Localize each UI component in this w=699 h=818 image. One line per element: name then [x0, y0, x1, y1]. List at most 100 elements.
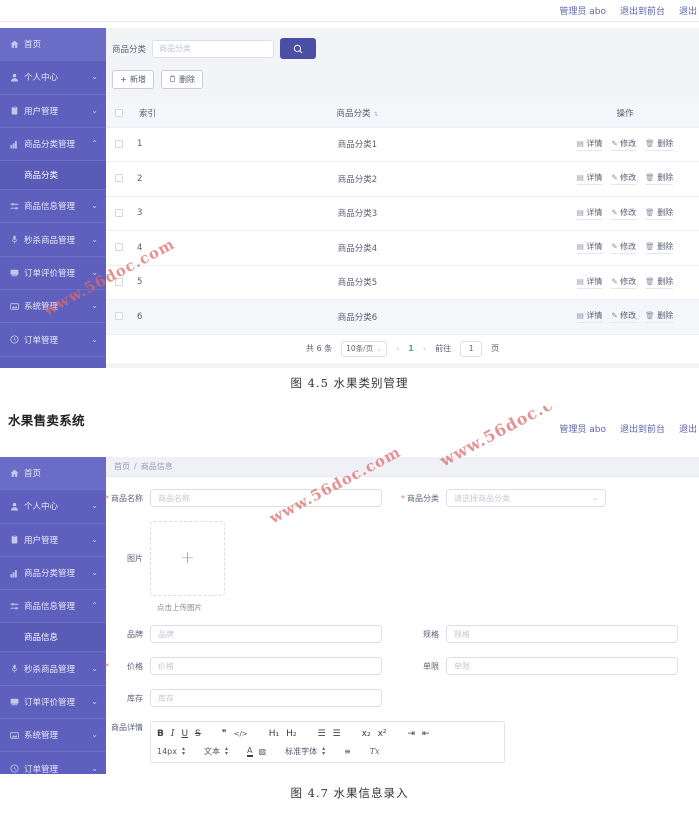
table-row[interactable]: 1 商品分类1 ▤ 详情 ✎ 修改 🗑 删除 — [106, 127, 699, 162]
sidebar-subitem-category[interactable]: 商品分类 — [0, 161, 106, 191]
select-all-checkbox[interactable] — [114, 108, 123, 117]
row-checkbox[interactable] — [114, 243, 123, 252]
sidebar-item-review-management[interactable]: 订单评价管理 ⌄ — [0, 686, 106, 720]
indent-decrease-icon[interactable]: ⇤ — [422, 729, 430, 739]
table-row[interactable]: 4 商品分类4 ▤ 详情 ✎ 修改 🗑 删除 — [106, 230, 699, 266]
sidebar-item-goods-management[interactable]: 商品信息管理 ⌃ — [0, 590, 106, 624]
ordered-list-icon[interactable]: ☰ — [317, 729, 325, 739]
topbar-logout-2[interactable]: 退出 — [679, 422, 697, 435]
row-checkbox[interactable] — [114, 208, 123, 217]
detail-link[interactable]: ▤ 详情 — [576, 241, 603, 255]
detail-link[interactable]: ▤ 详情 — [576, 172, 603, 186]
price-input[interactable]: 价格 — [150, 657, 382, 675]
row-checkbox[interactable] — [114, 139, 123, 148]
blockquote-icon[interactable]: ❞ — [222, 729, 227, 739]
topbar-admin-1[interactable]: 管理员 abo — [559, 4, 606, 17]
add-button[interactable]: + 新增 — [112, 70, 154, 89]
row-checkbox-cell[interactable] — [106, 127, 131, 162]
sidebar-item-home[interactable]: 首页 — [0, 457, 106, 491]
italic-icon[interactable]: I — [171, 729, 175, 739]
edit-link[interactable]: ✎ 修改 — [611, 207, 637, 220]
superscript-icon[interactable]: x² — [378, 729, 387, 739]
table-header-checkbox[interactable] — [106, 100, 131, 128]
text-style-select[interactable]: 文本 ▴ ▾ — [204, 745, 228, 757]
sidebar-item-system-management[interactable]: 系统管理 ⌄ — [0, 719, 106, 753]
sidebar-item-order-management[interactable]: 订单管理 ⌄ — [0, 323, 106, 357]
topbar-exit-front-2[interactable]: 退出到前台 — [620, 422, 665, 435]
brand-input[interactable]: 品牌 — [150, 625, 382, 643]
sidebar-item-user-management[interactable]: 用户管理 ⌄ — [0, 524, 106, 557]
topbar-exit-front-1[interactable]: 退出到前台 — [620, 4, 665, 17]
topbar-logout-1[interactable]: 退出 — [679, 4, 697, 17]
row-checkbox-cell[interactable] — [106, 196, 131, 231]
sidebar-item-user-management[interactable]: 用户管理 ⌄ — [0, 95, 106, 128]
breadcrumb-home[interactable]: 首页 — [114, 461, 130, 472]
table-row[interactable]: 2 商品分类2 ▤ 详情 ✎ 修改 🗑 删除 — [106, 161, 699, 197]
sidebar-item-personal[interactable]: 个人中心 ⌄ — [0, 61, 106, 95]
underline-icon[interactable]: U — [181, 729, 188, 739]
limit-input[interactable]: 单限 — [446, 657, 678, 675]
strikethrough-icon[interactable]: S — [195, 729, 201, 739]
detail-link[interactable]: ▤ 详情 — [576, 276, 603, 289]
delete-link[interactable]: 🗑 删除 — [645, 241, 674, 255]
table-row[interactable]: 5 商品分类5 ▤ 详情 ✎ 修改 🗑 删除 — [106, 265, 699, 300]
goto-page-input[interactable]: 1 — [460, 340, 483, 357]
sidebar-item-goods-management[interactable]: 商品信息管理 ⌄ — [0, 190, 106, 224]
image-upload-area[interactable]: + — [150, 521, 225, 596]
row-checkbox-cell[interactable] — [106, 265, 131, 300]
page-size-select[interactable]: 10条/页 ⌄ — [341, 340, 388, 357]
next-page-button[interactable]: › — [423, 344, 426, 353]
sidebar-item-personal[interactable]: 个人中心 ⌄ — [0, 490, 106, 524]
sort-icon[interactable]: ⇅ — [373, 112, 378, 118]
sidebar-item-home[interactable]: 首页 — [0, 28, 106, 62]
delete-link[interactable]: 🗑 删除 — [645, 276, 674, 289]
heading-1-icon[interactable]: H₁ — [269, 729, 279, 739]
clear-format-icon[interactable]: Tx — [370, 747, 380, 756]
sidebar-item-review-management[interactable]: 订单评价管理 ⌄ — [0, 257, 106, 291]
sidebar-item-seckill-management[interactable]: 秒杀商品管理 ⌄ — [0, 223, 106, 257]
search-input[interactable]: 商品分类 — [152, 39, 275, 58]
goods-name-input[interactable]: 商品名称 — [150, 489, 382, 507]
delete-link[interactable]: 🗑 删除 — [645, 207, 674, 220]
unordered-list-icon[interactable]: ☰ — [333, 729, 341, 739]
highlight-color-icon[interactable]: ▨ — [259, 747, 267, 756]
edit-link[interactable]: ✎ 修改 — [611, 138, 637, 151]
detail-link[interactable]: ▤ 详情 — [576, 207, 603, 220]
edit-link[interactable]: ✎ 修改 — [611, 172, 637, 186]
edit-link[interactable]: ✎ 修改 — [611, 276, 637, 289]
prev-page-button[interactable]: ‹ — [396, 344, 399, 353]
row-checkbox[interactable] — [114, 277, 123, 286]
edit-link[interactable]: ✎ 修改 — [611, 310, 637, 324]
sidebar-item-seckill-management[interactable]: 秒杀商品管理 ⌄ — [0, 652, 106, 686]
detail-link[interactable]: ▤ 详情 — [576, 310, 603, 324]
font-family-select[interactable]: 标准字体 ▴ ▾ — [285, 745, 325, 757]
delete-link[interactable]: 🗑 删除 — [645, 310, 674, 324]
row-checkbox-cell[interactable] — [106, 230, 131, 266]
heading-2-icon[interactable]: H₂ — [286, 729, 296, 739]
table-row[interactable]: 3 商品分类3 ▤ 详情 ✎ 修改 🗑 删除 — [106, 196, 699, 231]
row-checkbox[interactable] — [114, 312, 123, 321]
delete-link[interactable]: 🗑 删除 — [645, 172, 674, 186]
row-checkbox-cell[interactable] — [106, 161, 131, 197]
goods-category-select[interactable]: 请选择商品分类 ⌄ — [446, 489, 606, 507]
font-color-icon[interactable]: A — [247, 746, 253, 757]
subscript-icon[interactable]: x₂ — [362, 729, 371, 739]
edit-link[interactable]: ✎ 修改 — [611, 241, 637, 255]
font-size-select[interactable]: 14px ▴ ▾ — [157, 745, 185, 756]
indent-increase-icon[interactable]: ⇥ — [408, 729, 416, 739]
bold-icon[interactable]: B — [157, 729, 164, 739]
sidebar-item-system-management[interactable]: 系统管理 ⌄ — [0, 290, 106, 324]
search-button[interactable] — [280, 38, 317, 59]
stock-input[interactable]: 库存 — [150, 689, 382, 707]
delete-button[interactable]: 删除 — [161, 70, 203, 89]
rich-text-editor[interactable]: B I U S ❞ </> H₁ H₂ ☰ ☰ x₂ x² ⇥ ⇤ 14px ▴… — [150, 721, 505, 763]
row-checkbox-cell[interactable] — [106, 299, 131, 335]
align-icon[interactable]: ≡ — [344, 747, 351, 756]
code-icon[interactable]: </> — [234, 730, 248, 738]
topbar-admin-2[interactable]: 管理员 abo — [559, 422, 606, 435]
spec-input[interactable]: 规格 — [446, 625, 678, 643]
table-header-category[interactable]: 商品分类 ⇅ — [164, 100, 551, 128]
sidebar-item-category-management[interactable]: 商品分类管理 ⌄ — [0, 557, 106, 591]
row-checkbox[interactable] — [114, 174, 123, 183]
sidebar-subitem-goods[interactable]: 商品信息 — [0, 623, 106, 653]
